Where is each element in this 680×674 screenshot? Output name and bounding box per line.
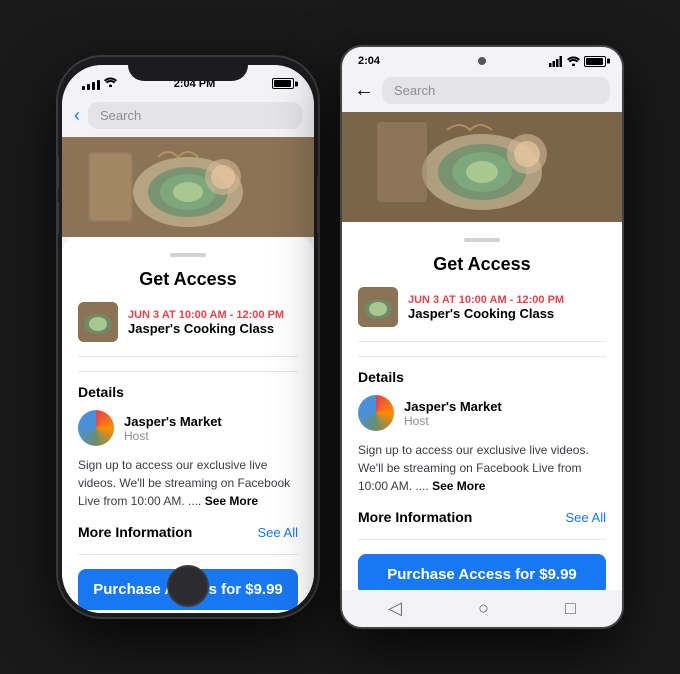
signal-bar-4 xyxy=(97,80,100,90)
android-status-icons xyxy=(549,55,606,67)
android-event-name: Jasper's Cooking Class xyxy=(408,306,564,321)
ios-details-title: Details xyxy=(78,384,298,400)
ios-event-details: JUN 3 AT 10:00 AM - 12:00 PM Jasper's Co… xyxy=(128,309,284,336)
ios-host-name: Jasper's Market xyxy=(124,414,222,429)
android-time: 2:04 xyxy=(358,55,380,67)
android-event-info: JUN 3 AT 10:00 AM - 12:00 PM Jasper's Co… xyxy=(358,287,606,342)
ios-event-name: Jasper's Cooking Class xyxy=(128,321,284,336)
back-arrow-icon[interactable]: ‹ xyxy=(74,105,80,126)
ios-host-info: Jasper's Market Host xyxy=(78,410,298,446)
ios-description: Sign up to access our exclusive live vid… xyxy=(78,456,298,510)
android-purchase-button[interactable]: Purchase Access for $9.99 xyxy=(358,554,606,590)
android-more-info-row: More Information See All xyxy=(358,509,606,540)
signal-bars xyxy=(82,77,117,90)
food-image xyxy=(62,137,314,237)
android-host-details: Jasper's Market Host xyxy=(404,399,502,428)
ios-screen: 2:04 PM ‹ Search xyxy=(62,65,314,613)
ios-host-details: Jasper's Market Host xyxy=(124,414,222,443)
android-see-all[interactable]: See All xyxy=(566,510,606,525)
battery-fill xyxy=(274,80,291,87)
android-battery-fill xyxy=(586,58,603,65)
ios-search-bar: ‹ Search xyxy=(62,96,314,137)
android-bottom-sheet: Get Access JUN 3 AT 10:00 AM - 12:00 PM … xyxy=(342,222,622,590)
android-screen: 2:04 xyxy=(342,47,622,627)
android-sheet-handle xyxy=(464,238,500,242)
android-host-info: Jasper's Market Host xyxy=(358,395,606,431)
android-battery-icon xyxy=(584,56,606,67)
android-back-arrow-icon[interactable]: ← xyxy=(354,79,374,102)
ios-battery-area xyxy=(272,78,294,89)
android-sheet-title: Get Access xyxy=(358,254,606,275)
android-host-avatar xyxy=(358,395,394,431)
ios-host-role: Host xyxy=(124,429,222,443)
ios-event-thumbnail xyxy=(78,302,118,342)
android-recent-nav-btn[interactable]: □ xyxy=(565,598,576,619)
android-signal-icon xyxy=(549,55,563,67)
search-input[interactable]: Search xyxy=(88,102,302,129)
ios-phone: 2:04 PM ‹ Search xyxy=(58,57,318,617)
ios-more-info-label: More Information xyxy=(78,524,192,540)
ios-see-all[interactable]: See All xyxy=(258,525,298,540)
android-host-name: Jasper's Market xyxy=(404,399,502,414)
android-more-info-label: More Information xyxy=(358,509,472,525)
android-search-input[interactable]: Search xyxy=(382,77,610,104)
android-wifi-icon xyxy=(567,56,580,66)
ios-host-avatar xyxy=(78,410,114,446)
android-search-bar: ← Search xyxy=(342,71,622,112)
ios-status-bar: 2:04 PM xyxy=(62,65,314,96)
ios-see-more[interactable]: See More xyxy=(205,494,258,508)
android-see-more[interactable]: See More xyxy=(432,479,485,493)
ios-sheet-title: Get Access xyxy=(78,269,298,290)
signal-bar-2 xyxy=(87,84,90,90)
carrier-wifi xyxy=(104,77,117,90)
signal-bar-3 xyxy=(92,82,95,90)
android-back-nav-btn[interactable]: ◁ xyxy=(388,598,402,619)
ios-time: 2:04 PM xyxy=(174,78,216,90)
ios-divider-1 xyxy=(78,371,298,372)
ios-event-info: JUN 3 AT 10:00 AM - 12:00 PM Jasper's Co… xyxy=(78,302,298,357)
android-event-details: JUN 3 AT 10:00 AM - 12:00 PM Jasper's Co… xyxy=(408,294,564,321)
android-host-role: Host xyxy=(404,414,502,428)
android-camera xyxy=(478,57,486,65)
ios-bottom-sheet: Get Access JUN 3 AT 10:00 AM - 12:00 PM … xyxy=(62,237,314,613)
ios-home-button[interactable] xyxy=(167,565,209,607)
android-details-title: Details xyxy=(358,369,606,385)
android-nav-bar: ◁ ○ □ xyxy=(342,590,622,627)
android-phone: 2:04 xyxy=(342,47,622,627)
android-event-thumbnail xyxy=(358,287,398,327)
ios-battery-icon xyxy=(272,78,294,89)
sheet-handle xyxy=(170,253,206,257)
ios-more-info-row: More Information See All xyxy=(78,524,298,555)
android-home-nav-btn[interactable]: ○ xyxy=(478,598,489,619)
signal-bar-1 xyxy=(82,86,85,90)
power-btn xyxy=(317,177,318,233)
volume-down-btn xyxy=(58,202,59,234)
android-event-date: JUN 3 AT 10:00 AM - 12:00 PM xyxy=(408,294,564,306)
android-food-image xyxy=(342,112,622,222)
volume-up-btn xyxy=(58,157,59,189)
android-divider-1 xyxy=(358,356,606,357)
ios-desc-text: Sign up to access our exclusive live vid… xyxy=(78,458,290,508)
scene: 2:04 PM ‹ Search xyxy=(38,27,642,647)
android-description: Sign up to access our exclusive live vid… xyxy=(358,441,606,495)
ios-event-date: JUN 3 AT 10:00 AM - 12:00 PM xyxy=(128,309,284,321)
